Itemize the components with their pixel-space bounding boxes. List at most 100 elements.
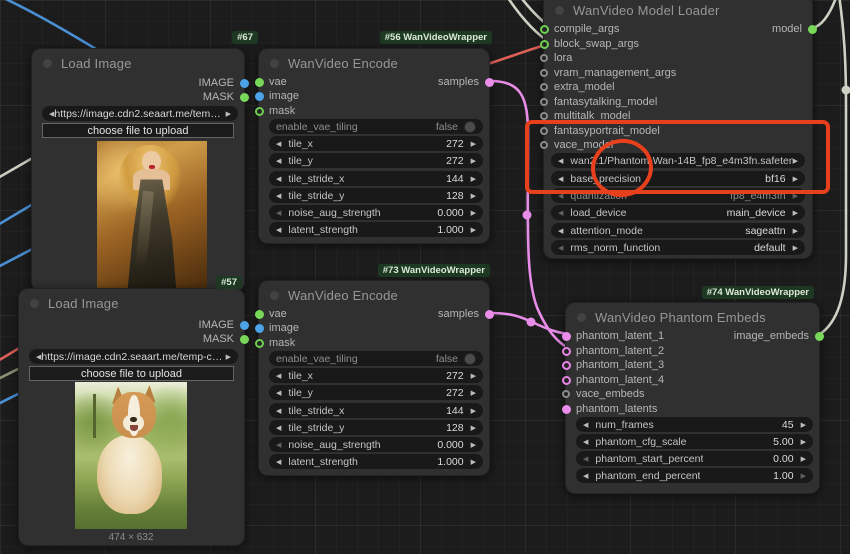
combo-left-arrow-icon[interactable]: ◀ xyxy=(558,192,563,200)
widget-noise-aug-strength[interactable]: ◀ noise_aug_strength 0.000 ▶ xyxy=(269,437,483,452)
input-port-phantom-latents[interactable] xyxy=(562,405,571,414)
input-port-phantom-latent-4[interactable] xyxy=(562,376,571,385)
input-port-block-swap-args[interactable] xyxy=(540,40,549,49)
node-title-bar[interactable]: WanVideo Encode xyxy=(270,55,398,71)
combo-right-arrow-icon[interactable]: ▶ xyxy=(793,209,798,217)
input-port-mask[interactable] xyxy=(255,107,264,116)
widget-latent-strength[interactable]: ◀ latent_strength 1.000 ▶ xyxy=(269,222,483,237)
increment-arrow-icon[interactable]: ▶ xyxy=(471,424,476,432)
choose-file-button[interactable]: choose file to upload xyxy=(42,123,234,138)
decrement-arrow-icon[interactable]: ◀ xyxy=(583,438,588,446)
input-port-vace-model[interactable] xyxy=(540,141,548,149)
decrement-arrow-icon[interactable]: ◀ xyxy=(276,157,281,165)
combo-right-arrow-icon[interactable]: ▶ xyxy=(793,244,798,252)
node-title-bar[interactable]: WanVideo Phantom Embeds xyxy=(577,309,766,325)
toggle-knob-icon[interactable] xyxy=(464,121,476,133)
image-url-combo[interactable]: ◀ https://image.cdn2.seaart.me/temp-conv… xyxy=(29,349,238,364)
decrement-arrow-icon[interactable]: ◀ xyxy=(276,424,281,432)
node-title-bar[interactable]: WanVideo Encode xyxy=(270,287,398,303)
image-url-combo[interactable]: ◀ https://image.cdn2.seaart.me/temp-conv… xyxy=(42,106,238,121)
widget-phantom-start-percent[interactable]: ◀ phantom_start_percent 0.00 ▶ xyxy=(576,451,813,466)
combo-left-arrow-icon[interactable]: ◀ xyxy=(558,244,563,252)
decrement-arrow-icon[interactable]: ◀ xyxy=(276,175,281,183)
node-title-bar[interactable]: Load Image xyxy=(43,55,132,71)
input-port-phantom-latent-1[interactable] xyxy=(562,332,571,341)
increment-arrow-icon[interactable]: ▶ xyxy=(801,438,806,446)
increment-arrow-icon[interactable]: ▶ xyxy=(471,458,476,466)
combo-right-arrow-icon[interactable]: ▶ xyxy=(793,175,798,183)
increment-arrow-icon[interactable]: ▶ xyxy=(801,472,806,480)
widget-load-device[interactable]: ◀ load_device main_device ▶ xyxy=(551,205,805,220)
widget-tile-stride-x[interactable]: ◀ tile_stride_x 144 ▶ xyxy=(269,171,483,186)
output-port-model[interactable] xyxy=(808,25,817,34)
decrement-arrow-icon[interactable]: ◀ xyxy=(276,389,281,397)
widget-attention-mode[interactable]: ◀ attention_mode sageattn ▶ xyxy=(551,223,805,238)
toggle-knob-icon[interactable] xyxy=(464,353,476,365)
widget-rms-norm-function[interactable]: ◀ rms_norm_function default ▶ xyxy=(551,240,805,255)
output-port-samples[interactable] xyxy=(485,310,494,319)
input-port-fantasytalking-model[interactable] xyxy=(540,98,548,106)
increment-arrow-icon[interactable]: ▶ xyxy=(471,140,476,148)
node-wanvideo-encode-73[interactable]: WanVideo Encode vae image mask samples e… xyxy=(258,280,490,476)
widget-tile-stride-y[interactable]: ◀ tile_stride_y 128 ▶ xyxy=(269,420,483,435)
input-port-phantom-latent-3[interactable] xyxy=(562,361,571,370)
widget-base-precision[interactable]: ◀ base_precision bf16 ▶ xyxy=(551,171,805,186)
widget-quantization[interactable]: ◀ quantization fp8_e4m3fn ▶ xyxy=(551,188,805,203)
increment-arrow-icon[interactable]: ▶ xyxy=(471,192,476,200)
node-title-bar[interactable]: WanVideo Model Loader xyxy=(555,2,720,18)
combo-left-arrow-icon[interactable]: ◀ xyxy=(558,175,563,183)
choose-file-button[interactable]: choose file to upload xyxy=(29,366,234,381)
widget-phantom-end-percent[interactable]: ◀ phantom_end_percent 1.00 ▶ xyxy=(576,468,813,483)
node-wanvideo-encode-56[interactable]: WanVideo Encode vae image mask samples e… xyxy=(258,48,490,244)
collapse-dot-icon[interactable] xyxy=(577,313,586,322)
widget-tile-x[interactable]: ◀ tile_x 272 ▶ xyxy=(269,368,483,383)
combo-right-arrow-icon[interactable]: ▶ xyxy=(226,110,231,118)
increment-arrow-icon[interactable]: ▶ xyxy=(471,389,476,397)
input-port-lora[interactable] xyxy=(540,54,548,62)
decrement-arrow-icon[interactable]: ◀ xyxy=(276,372,281,380)
widget-tile-y[interactable]: ◀ tile_y 272 ▶ xyxy=(269,385,483,400)
input-port-image[interactable] xyxy=(255,324,264,333)
node-wanvideo-phantom-embeds-74[interactable]: WanVideo Phantom Embeds phantom_latent_1… xyxy=(565,302,820,494)
decrement-arrow-icon[interactable]: ◀ xyxy=(276,407,281,415)
output-port-image-embeds[interactable] xyxy=(815,332,824,341)
collapse-dot-icon[interactable] xyxy=(270,59,279,68)
decrement-arrow-icon[interactable]: ◀ xyxy=(276,441,281,449)
collapse-dot-icon[interactable] xyxy=(43,59,52,68)
widget-latent-strength[interactable]: ◀ latent_strength 1.000 ▶ xyxy=(269,454,483,469)
increment-arrow-icon[interactable]: ▶ xyxy=(471,372,476,380)
widget-tile-stride-y[interactable]: ◀ tile_stride_y 128 ▶ xyxy=(269,188,483,203)
output-port-image[interactable] xyxy=(240,79,249,88)
input-port-multitalk-model[interactable] xyxy=(540,112,548,120)
widget-tile-x[interactable]: ◀ tile_x 272 ▶ xyxy=(269,136,483,151)
decrement-arrow-icon[interactable]: ◀ xyxy=(583,455,588,463)
widget-enable-vae-tiling[interactable]: enable_vae_tiling false xyxy=(269,351,483,366)
output-port-mask[interactable] xyxy=(240,335,249,344)
increment-arrow-icon[interactable]: ▶ xyxy=(471,407,476,415)
decrement-arrow-icon[interactable]: ◀ xyxy=(583,421,588,429)
input-port-mask[interactable] xyxy=(255,339,264,348)
widget-model-file-combo[interactable]: ◀ wan2.1/Phantom-Wan-14B_fp8_e4m3fn.safe… xyxy=(551,153,805,168)
input-port-vace-embeds[interactable] xyxy=(562,390,570,398)
combo-right-arrow-icon[interactable]: ▶ xyxy=(793,157,798,165)
widget-noise-aug-strength[interactable]: ◀ noise_aug_strength 0.000 ▶ xyxy=(269,205,483,220)
node-wanvideo-model-loader[interactable]: WanVideo Model Loader compile_args block… xyxy=(543,0,813,259)
input-port-phantom-latent-2[interactable] xyxy=(562,347,571,356)
increment-arrow-icon[interactable]: ▶ xyxy=(801,455,806,463)
widget-tile-stride-x[interactable]: ◀ tile_stride_x 144 ▶ xyxy=(269,403,483,418)
increment-arrow-icon[interactable]: ▶ xyxy=(801,421,806,429)
input-port-vram-management-args[interactable] xyxy=(540,69,548,77)
input-port-compile-args[interactable] xyxy=(540,25,549,34)
decrement-arrow-icon[interactable]: ◀ xyxy=(276,458,281,466)
widget-phantom-cfg-scale[interactable]: ◀ phantom_cfg_scale 5.00 ▶ xyxy=(576,434,813,449)
comfyui-graph-canvas[interactable]: #67 Load Image IMAGE MASK ◀ https://imag… xyxy=(0,0,850,554)
increment-arrow-icon[interactable]: ▶ xyxy=(471,226,476,234)
combo-left-arrow-icon[interactable]: ◀ xyxy=(558,157,563,165)
decrement-arrow-icon[interactable]: ◀ xyxy=(276,140,281,148)
output-port-samples[interactable] xyxy=(485,78,494,87)
decrement-arrow-icon[interactable]: ◀ xyxy=(583,472,588,480)
widget-num-frames[interactable]: ◀ num_frames 45 ▶ xyxy=(576,417,813,432)
combo-right-arrow-icon[interactable]: ▶ xyxy=(793,227,798,235)
widget-tile-y[interactable]: ◀ tile_y 272 ▶ xyxy=(269,153,483,168)
input-port-vae[interactable] xyxy=(255,310,264,319)
